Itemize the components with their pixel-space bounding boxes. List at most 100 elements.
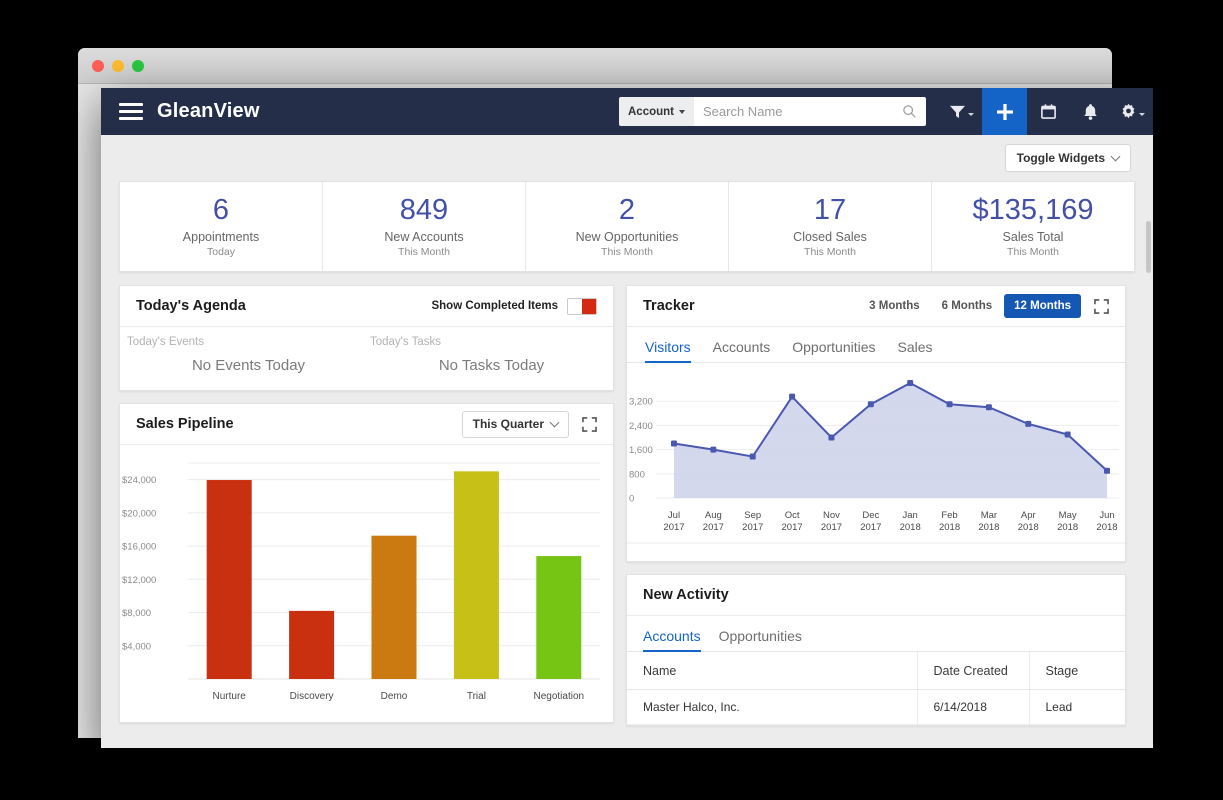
svg-text:2018: 2018: [1018, 522, 1039, 533]
hamburger-menu-icon[interactable]: [119, 103, 143, 120]
activity-title: New Activity: [643, 587, 729, 603]
window-titlebar: [78, 48, 1112, 84]
minimize-window-button[interactable]: [112, 60, 124, 72]
kpi-label: Appointments: [183, 230, 259, 244]
tracker-tabs: Visitors Accounts Opportunities Sales: [627, 327, 1125, 363]
search-input[interactable]: [703, 97, 917, 126]
maximize-window-button[interactable]: [132, 60, 144, 72]
kpi-card-new-opportunities[interactable]: 2 New Opportunities This Month: [526, 182, 729, 271]
tracker-range-buttons: 3 Months 6 Months 12 Months: [859, 294, 1081, 318]
expand-fullscreen-icon[interactable]: [1094, 299, 1109, 314]
new-activity-panel: New Activity Accounts Opportunities Name…: [626, 574, 1126, 726]
cell-date-created: 6/14/2018: [917, 690, 1029, 725]
show-completed-toggle[interactable]: [567, 298, 597, 315]
column-header-stage[interactable]: Stage: [1029, 652, 1125, 690]
todays-agenda-panel: Today's Agenda Show Completed Items Toda…: [119, 285, 614, 391]
svg-text:Nov: Nov: [823, 510, 840, 521]
agenda-events-empty: No Events Today: [127, 357, 370, 374]
kpi-label: New Accounts: [384, 230, 463, 244]
kpi-sublabel: This Month: [601, 246, 653, 258]
search-field-wrapper: [694, 97, 926, 126]
tab-accounts[interactable]: Accounts: [713, 339, 771, 362]
tab-opportunities[interactable]: Opportunities: [719, 628, 802, 651]
svg-text:$12,000: $12,000: [122, 575, 156, 586]
svg-text:Jun: Jun: [1099, 510, 1114, 521]
agenda-title: Today's Agenda: [136, 298, 246, 314]
settings-gear-icon[interactable]: [1111, 88, 1153, 135]
tab-sales[interactable]: Sales: [898, 339, 933, 362]
toggle-widgets-label: Toggle Widgets: [1017, 151, 1105, 165]
pipeline-title: Sales Pipeline: [136, 416, 234, 432]
table-row[interactable]: Master Halco, Inc. 6/14/2018 Lead: [627, 690, 1125, 725]
svg-text:2,400: 2,400: [629, 421, 653, 432]
tab-opportunities[interactable]: Opportunities: [792, 339, 875, 362]
svg-text:$8,000: $8,000: [122, 608, 151, 619]
table-header-row: Name Date Created Stage: [627, 652, 1125, 690]
kpi-card-sales-total[interactable]: $135,169 Sales Total This Month: [932, 182, 1134, 271]
close-window-button[interactable]: [92, 60, 104, 72]
kpi-card-appointments[interactable]: 6 Appointments Today: [120, 182, 323, 271]
toggle-widgets-button[interactable]: Toggle Widgets: [1005, 144, 1131, 172]
svg-text:2017: 2017: [663, 522, 684, 533]
svg-text:Mar: Mar: [981, 510, 997, 521]
tracker-range-3-months[interactable]: 3 Months: [859, 294, 929, 318]
column-header-date-created[interactable]: Date Created: [917, 652, 1029, 690]
svg-text:Oct: Oct: [785, 510, 800, 521]
svg-text:2017: 2017: [703, 522, 724, 533]
tracker-range-12-months[interactable]: 12 Months: [1004, 294, 1081, 318]
tracker-panel: Tracker 3 Months 6 Months 12 Months: [626, 285, 1126, 562]
kpi-value: $135,169: [973, 195, 1094, 225]
agenda-tasks-heading: Today's Tasks: [370, 336, 613, 348]
show-completed-label: Show Completed Items: [431, 300, 558, 312]
svg-text:Demo: Demo: [381, 691, 408, 702]
svg-text:2018: 2018: [978, 522, 999, 533]
tracker-range-6-months[interactable]: 6 Months: [932, 294, 1002, 318]
sales-pipeline-panel: Sales Pipeline This Quarter $4,000$: [119, 403, 614, 723]
pipeline-period-dropdown[interactable]: This Quarter: [462, 411, 569, 438]
chevron-down-icon: [968, 113, 974, 116]
svg-text:2018: 2018: [1096, 522, 1117, 533]
svg-text:2017: 2017: [742, 522, 763, 533]
kpi-card-new-accounts[interactable]: 849 New Accounts This Month: [323, 182, 526, 271]
chevron-down-icon: [1139, 113, 1145, 116]
svg-text:May: May: [1059, 510, 1077, 521]
svg-text:$4,000: $4,000: [122, 641, 151, 652]
left-column: Today's Agenda Show Completed Items Toda…: [119, 285, 614, 726]
svg-text:Jul: Jul: [668, 510, 680, 521]
add-icon[interactable]: [982, 88, 1027, 135]
agenda-tasks-empty: No Tasks Today: [370, 357, 613, 374]
svg-text:800: 800: [629, 469, 645, 480]
vertical-scrollbar-thumb[interactable]: [1146, 221, 1151, 273]
agenda-events-heading: Today's Events: [127, 336, 370, 348]
svg-text:Sep: Sep: [744, 510, 761, 521]
kpi-value: 6: [213, 195, 229, 225]
svg-text:$20,000: $20,000: [122, 508, 156, 519]
right-column: Tracker 3 Months 6 Months 12 Months: [626, 285, 1126, 726]
svg-text:Dec: Dec: [862, 510, 879, 521]
svg-text:3,200: 3,200: [629, 397, 653, 408]
svg-text:Feb: Feb: [941, 510, 957, 521]
svg-text:Nurture: Nurture: [213, 691, 247, 702]
column-header-name[interactable]: Name: [627, 652, 917, 690]
kpi-sublabel: This Month: [1007, 246, 1059, 258]
screenshot-root: GleanView Account: [0, 0, 1223, 800]
svg-text:Aug: Aug: [705, 510, 722, 521]
account-scope-dropdown[interactable]: Account: [619, 97, 694, 126]
kpi-sublabel: This Month: [804, 246, 856, 258]
expand-fullscreen-icon[interactable]: [582, 417, 597, 432]
tracker-panel-header: Tracker 3 Months 6 Months 12 Months: [627, 286, 1125, 327]
tab-visitors[interactable]: Visitors: [645, 339, 691, 362]
filter-icon[interactable]: [940, 88, 982, 135]
svg-text:1,600: 1,600: [629, 445, 653, 456]
agenda-panel-header: Today's Agenda Show Completed Items: [120, 286, 613, 327]
svg-text:Discovery: Discovery: [290, 691, 334, 702]
svg-text:2018: 2018: [1057, 522, 1078, 533]
search-bar: Account: [619, 97, 926, 126]
kpi-strip: 6 Appointments Today 849 New Accounts Th…: [119, 181, 1135, 272]
calendar-icon[interactable]: [1027, 88, 1069, 135]
tab-accounts[interactable]: Accounts: [643, 628, 701, 651]
toolbar-row: Toggle Widgets: [101, 135, 1153, 181]
notifications-bell-icon[interactable]: [1069, 88, 1111, 135]
kpi-label: Sales Total: [1003, 230, 1064, 244]
kpi-card-closed-sales[interactable]: 17 Closed Sales This Month: [729, 182, 932, 271]
